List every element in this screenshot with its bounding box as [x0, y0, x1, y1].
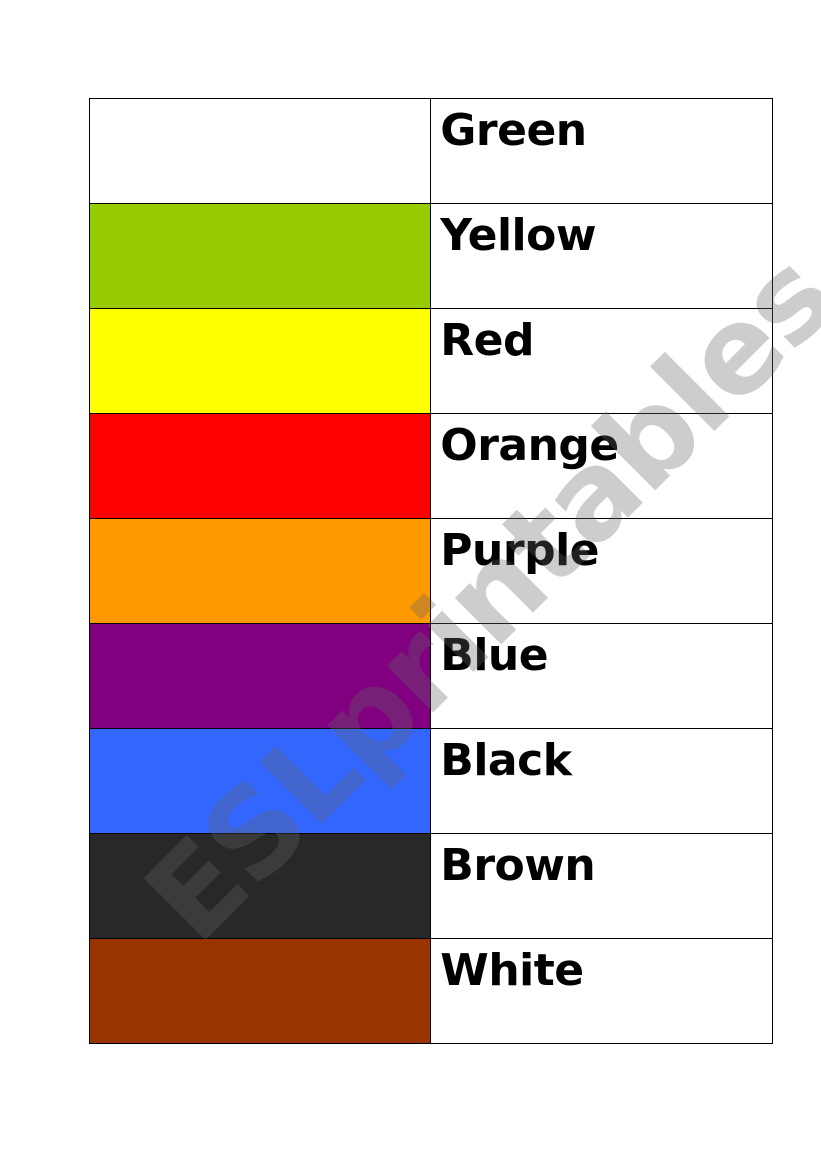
color-label-cell: Brown [430, 833, 773, 939]
color-swatch [88, 728, 432, 834]
color-label-cell: Blue [430, 623, 773, 729]
table-row: Purple [88, 518, 773, 624]
color-swatch [88, 308, 432, 414]
color-label-cell: Red [430, 308, 773, 414]
color-label: Purple [440, 525, 599, 576]
color-label: Orange [440, 420, 619, 471]
color-label-cell: White [430, 938, 773, 1044]
table-row: Blue [88, 623, 773, 729]
color-swatch [88, 938, 432, 1044]
color-label: Black [440, 735, 572, 786]
color-swatch [88, 623, 432, 729]
color-label-cell: Black [430, 728, 773, 834]
color-label-cell: Purple [430, 518, 773, 624]
color-label: Yellow [440, 210, 597, 261]
color-swatch [88, 203, 432, 309]
table-row: Brown [88, 833, 773, 939]
color-label: White [440, 945, 584, 996]
color-swatch [88, 98, 432, 204]
color-swatch [88, 413, 432, 519]
color-label: Blue [440, 630, 549, 681]
color-swatch [88, 833, 432, 939]
table-row: Yellow [88, 203, 773, 309]
color-label-cell: Green [430, 98, 773, 204]
color-swatch [88, 518, 432, 624]
table-row: White [88, 938, 773, 1044]
color-matching-table: Green Yellow Red Orange Purple Blue Black Brown… [88, 98, 773, 1044]
color-label: Brown [440, 840, 596, 891]
table-row: Red [88, 308, 773, 414]
color-label-cell: Orange [430, 413, 773, 519]
color-label: Green [440, 105, 587, 156]
color-label: Red [440, 315, 535, 366]
table-row: Green [88, 98, 773, 204]
table-row: Orange [88, 413, 773, 519]
table-row: Black [88, 728, 773, 834]
color-label-cell: Yellow [430, 203, 773, 309]
